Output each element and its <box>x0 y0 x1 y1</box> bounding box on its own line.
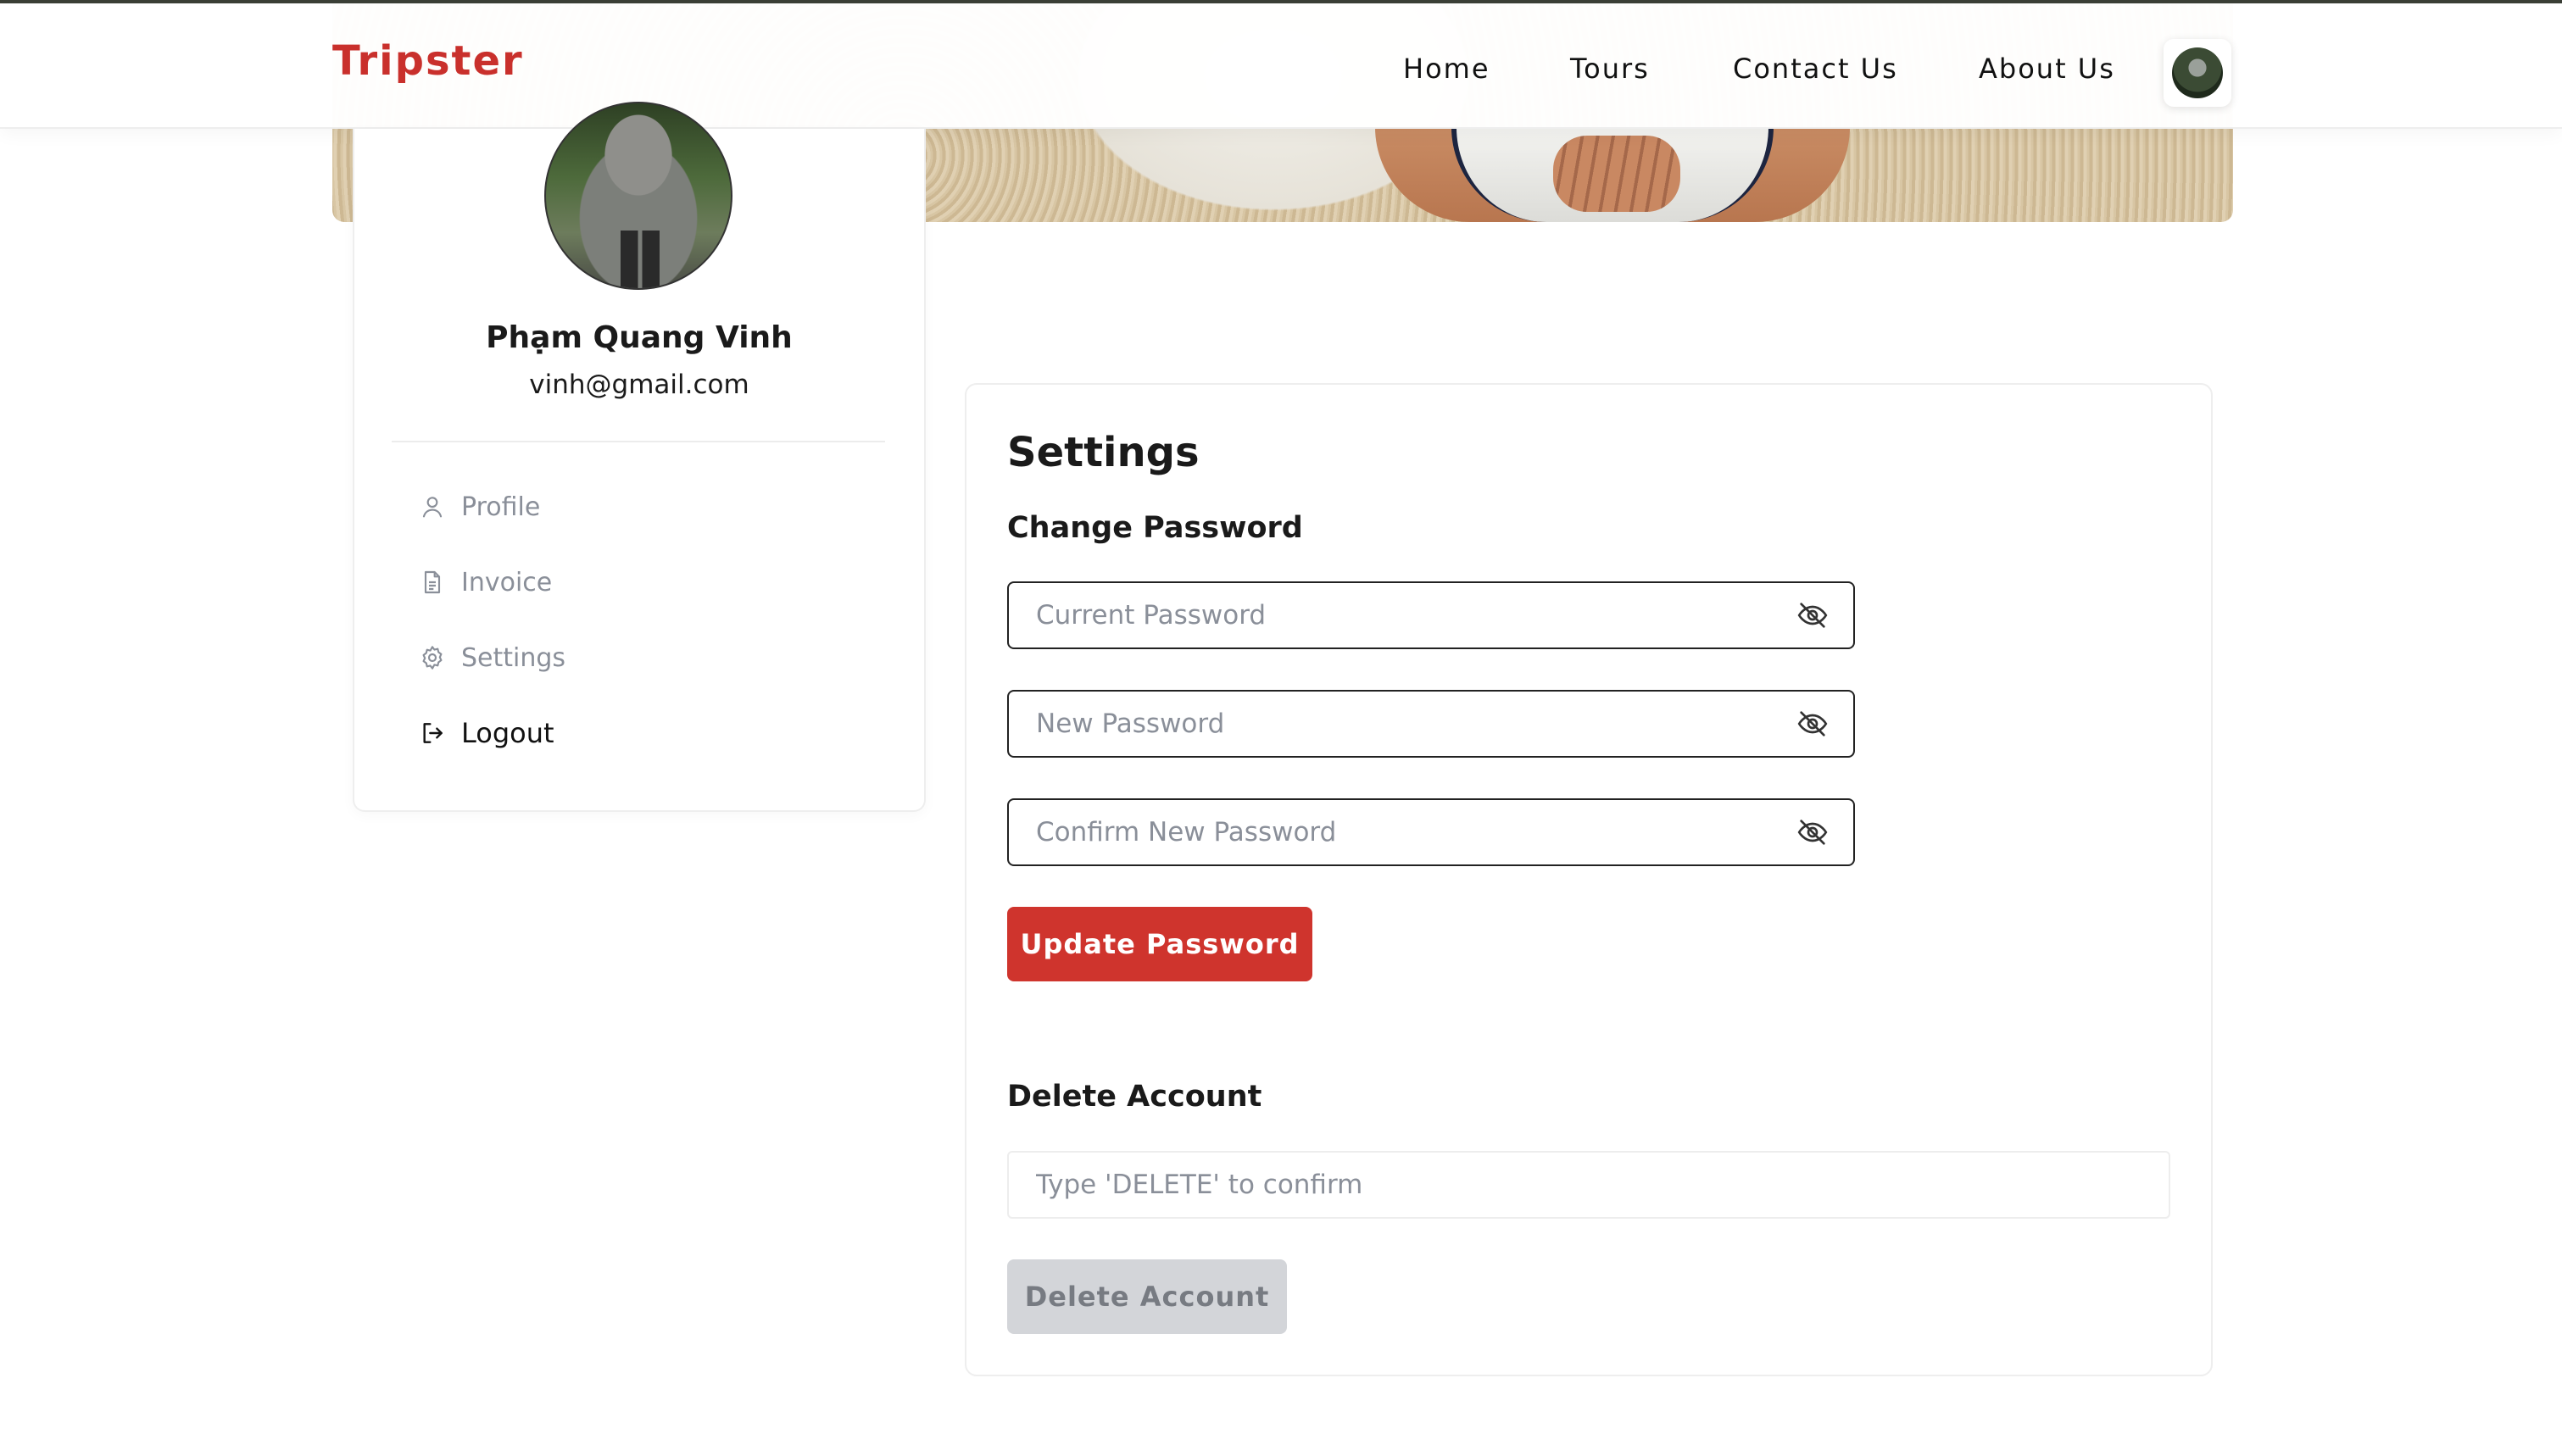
nav-link-contact[interactable]: Contact Us <box>1733 53 1898 85</box>
nav-link-tours[interactable]: Tours <box>1570 53 1650 85</box>
page-title: Settings <box>1007 429 1200 476</box>
nav-link-about[interactable]: About Us <box>1979 53 2115 85</box>
delete-account-button[interactable]: Delete Account <box>1007 1259 1287 1334</box>
update-password-button[interactable]: Update Password <box>1007 907 1312 981</box>
sidebar-item-settings[interactable]: Settings <box>419 639 565 676</box>
new-password-field <box>1007 690 1855 758</box>
hero-hands <box>1553 136 1680 212</box>
document-icon <box>419 569 446 596</box>
eye-off-icon[interactable] <box>1796 707 1830 741</box>
delete-account-heading: Delete Account <box>1007 1080 1262 1114</box>
logout-icon <box>419 720 446 747</box>
user-icon <box>419 493 446 520</box>
nav-link-home[interactable]: Home <box>1403 53 1490 85</box>
brand-logo[interactable]: Tripster <box>332 37 524 85</box>
eye-off-icon[interactable] <box>1796 598 1830 632</box>
sidebar-item-label: Logout <box>461 717 554 749</box>
confirm-password-input[interactable] <box>1009 800 1796 864</box>
gear-icon <box>419 644 446 671</box>
sidebar-item-label: Settings <box>461 642 566 673</box>
user-name: Phạm Quang Vinh <box>486 320 793 355</box>
photo-detail <box>621 231 660 288</box>
user-avatar-button[interactable] <box>2164 39 2231 107</box>
user-email: vinh@gmail.com <box>529 370 749 400</box>
sidebar-item-logout[interactable]: Logout <box>419 714 554 752</box>
confirm-password-field <box>1007 798 1855 866</box>
sidebar-item-label: Invoice <box>461 567 553 597</box>
current-password-input[interactable] <box>1009 583 1796 647</box>
sidebar-item-label: Profile <box>461 492 541 522</box>
sidebar-item-invoice[interactable]: Invoice <box>419 564 552 601</box>
avatar-icon <box>2172 47 2223 98</box>
sidebar-item-profile[interactable]: Profile <box>419 488 540 525</box>
sidebar-divider <box>392 441 885 442</box>
profile-photo <box>544 102 732 290</box>
eye-off-icon[interactable] <box>1796 815 1830 849</box>
change-password-heading: Change Password <box>1007 511 1303 545</box>
page: Tripster Home Tours Contact Us About Us … <box>0 0 2562 1456</box>
new-password-input[interactable] <box>1009 692 1796 756</box>
top-header: Tripster Home Tours Contact Us About Us <box>0 0 2562 129</box>
current-password-field <box>1007 581 1855 649</box>
delete-confirm-input[interactable] <box>1007 1151 2170 1219</box>
